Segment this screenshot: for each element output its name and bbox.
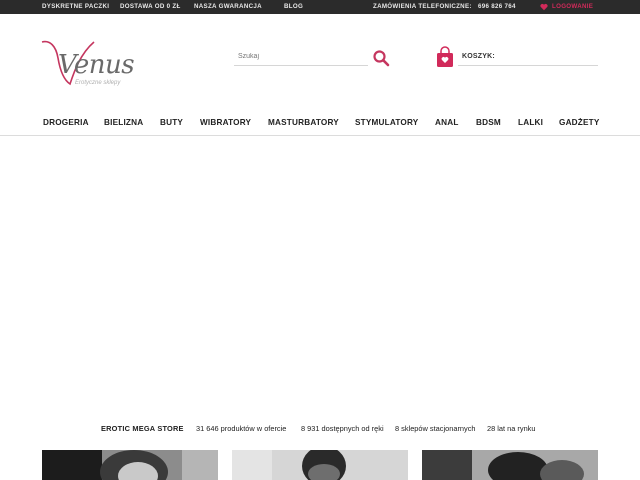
nav-item-lalki[interactable]: LALKI bbox=[518, 118, 543, 127]
category-tile[interactable] bbox=[232, 450, 408, 480]
topbar-link-delivery[interactable]: DOSTAWA OD 0 ZŁ bbox=[120, 0, 181, 14]
cart: KOSZYK: bbox=[436, 46, 598, 68]
topbar-link-blog[interactable]: BLOG bbox=[284, 0, 303, 14]
stat-in-stock: 8 931 dostępnych od ręki bbox=[301, 424, 384, 433]
phone-number[interactable]: 696 826 764 bbox=[478, 0, 516, 14]
nav-item-anal[interactable]: ANAL bbox=[435, 118, 459, 127]
category-tile[interactable] bbox=[42, 450, 218, 480]
logo-tagline: Erotyczne sklepy bbox=[75, 80, 121, 86]
topbar-link-guarantee[interactable]: NASZA GWARANCJA bbox=[194, 0, 262, 14]
category-tile-image bbox=[42, 450, 218, 480]
nav-item-stymulatory[interactable]: STYMULATORY bbox=[355, 118, 418, 127]
category-tile[interactable] bbox=[422, 450, 598, 480]
cart-label[interactable]: KOSZYK: bbox=[462, 53, 495, 60]
nav-item-bdsm[interactable]: BDSM bbox=[476, 118, 501, 127]
logo-text: Venus bbox=[58, 50, 135, 80]
stat-years: 28 lat na rynku bbox=[487, 424, 536, 433]
phone-orders-label: ZAMÓWIENIA TELEFONICZNE: bbox=[373, 3, 472, 10]
nav-item-buty[interactable]: BUTY bbox=[160, 118, 183, 127]
category-tile-image bbox=[422, 450, 598, 480]
top-bar: DYSKRETNE PACZKI DOSTAWA OD 0 ZŁ NASZA G… bbox=[0, 0, 640, 14]
store-stats: EROTIC MEGA STORE 31 646 produktów w ofe… bbox=[0, 424, 640, 438]
shopping-bag-icon[interactable] bbox=[436, 46, 454, 68]
heart-icon[interactable] bbox=[540, 3, 548, 11]
search-icon[interactable] bbox=[372, 49, 390, 67]
category-tile-image bbox=[232, 450, 408, 480]
topbar-link-discreet-packages[interactable]: DYSKRETNE PACZKI bbox=[42, 0, 109, 14]
nav-item-bielizna[interactable]: BIELIZNA bbox=[104, 118, 143, 127]
nav-item-gadzety[interactable]: GADŻETY bbox=[559, 118, 600, 127]
nav-item-drogeria[interactable]: DROGERIA bbox=[43, 118, 89, 127]
stat-products: 31 646 produktów w ofercie bbox=[196, 424, 287, 433]
stats-brand: EROTIC MEGA STORE bbox=[101, 424, 184, 433]
login-link[interactable]: LOGOWANIE bbox=[552, 0, 593, 14]
cart-divider bbox=[458, 65, 598, 66]
main-nav: DROGERIA BIELIZNA BUTY WIBRATORY MASTURB… bbox=[0, 112, 640, 136]
stat-stores: 8 sklepów stacjonarnych bbox=[395, 424, 476, 433]
search-input[interactable] bbox=[234, 48, 368, 66]
search-bar bbox=[234, 48, 394, 68]
nav-item-wibratory[interactable]: WIBRATORY bbox=[200, 118, 251, 127]
nav-item-masturbatory[interactable]: MASTURBATORY bbox=[268, 118, 339, 127]
logo[interactable]: Venus Erotyczne sklepy bbox=[40, 36, 140, 92]
